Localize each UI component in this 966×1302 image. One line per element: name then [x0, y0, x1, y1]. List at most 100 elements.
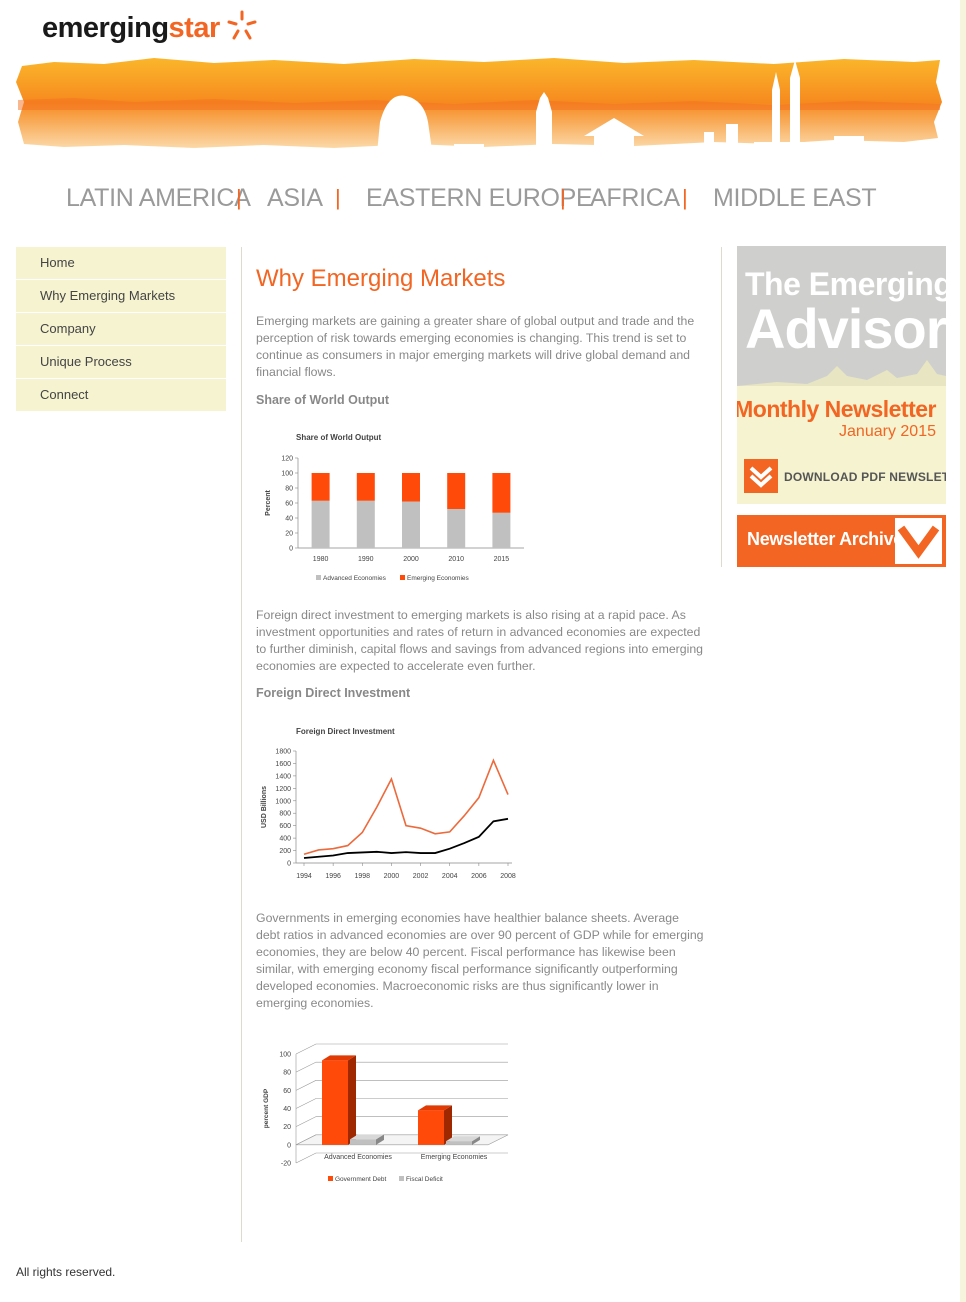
region-eastern-europe[interactable]: EASTERN EUROPE	[366, 184, 593, 213]
region-separator: |	[335, 185, 341, 210]
x-tick-label: 1990	[358, 556, 374, 563]
y-tick-label: 1400	[275, 773, 291, 780]
archive-label: Newsletter Archive	[747, 529, 904, 549]
y-tick-label: 60	[283, 1088, 291, 1095]
download-newsletter-link[interactable]: DOWNLOAD PDF NEWSLETTER	[784, 470, 946, 484]
y-tick-label: 1200	[275, 786, 291, 793]
fdi-paragraph: Foreign direct investment to emerging ma…	[256, 608, 704, 673]
x-tick-label: 1980	[313, 556, 329, 563]
star-icon	[227, 10, 257, 40]
advisor-date: January 2015	[839, 423, 936, 440]
y-tick-label: 1800	[275, 749, 291, 756]
y-tick-label: 600	[279, 823, 291, 830]
gridline	[295, 1043, 508, 1055]
bar-fiscal-deficit	[446, 1141, 472, 1145]
footer-copyright: All rights reserved.	[16, 1265, 116, 1279]
legend-label: Fiscal Deficit	[406, 1176, 443, 1183]
y-tick-label: 1000	[275, 798, 291, 805]
chart-title: Foreign Direct Investment	[296, 727, 395, 736]
legend-swatch	[316, 575, 321, 580]
fdi-chart: Foreign Direct Investment USD Billions 0 20…	[261, 727, 516, 880]
region-nav: LATIN AMERICA | ASIA | EASTERN EUROPE | …	[0, 184, 960, 218]
y-tick-label: 80	[285, 486, 293, 493]
region-asia[interactable]: ASIA	[267, 184, 323, 213]
y-axis-label: Percent	[265, 489, 272, 515]
bar-advanced	[311, 500, 330, 548]
x-tick-label: Emerging Economies	[421, 1154, 488, 1161]
bar-advanced	[356, 500, 375, 548]
emerging-advisor-ad[interactable]: The Emerging Advisor Monthly Newsletter …	[737, 246, 946, 504]
x-tick-label: 1994	[296, 873, 312, 880]
legend-label: Government Debt	[335, 1176, 386, 1183]
bar-government-debt	[418, 1110, 444, 1145]
sidebar-item-home[interactable]: Home	[16, 247, 226, 279]
sidebar-item-company[interactable]: Company	[16, 313, 226, 345]
legend-swatch	[399, 1176, 404, 1181]
bar-advanced	[402, 501, 420, 548]
x-tick-label: Advanced Economies	[324, 1154, 392, 1161]
bar-government-debt	[322, 1060, 348, 1145]
x-tick-label: 2010	[448, 556, 464, 563]
y-tick-label: -20	[281, 1161, 291, 1168]
x-tick-label: 1998	[354, 873, 370, 880]
y-tick-label: 80	[283, 1070, 291, 1077]
intro-paragraph: Emerging markets are gaining a greater s…	[256, 314, 695, 379]
advisor-monthly-label: Monthly Newsletter	[737, 396, 936, 422]
y-axis-label: percent GDP	[263, 1088, 270, 1128]
y-tick-label: 20	[285, 531, 293, 538]
x-tick-label: 2000	[403, 556, 419, 563]
bar-emerging	[356, 473, 375, 501]
chevron-down-icon	[895, 518, 942, 564]
page-title: Why Emerging Markets	[256, 265, 506, 292]
sidebar-item-connect[interactable]: Connect	[16, 379, 226, 411]
region-separator: |	[560, 185, 566, 210]
sidebar-item-unique-process[interactable]: Unique Process	[16, 346, 226, 378]
y-tick-label: 1600	[275, 761, 291, 768]
region-latin-america[interactable]: LATIN AMERICA	[66, 184, 251, 213]
content-divider-left	[241, 247, 242, 1242]
bar-emerging	[492, 473, 511, 513]
y-tick-label: 400	[279, 836, 291, 843]
region-africa[interactable]: AFRICA	[590, 184, 680, 213]
y-tick-label: 120	[281, 456, 293, 463]
series-line-orange	[303, 758, 509, 856]
y-tick-label: 0	[287, 1142, 291, 1149]
x-tick-label: 1996	[325, 873, 341, 880]
page-edge	[960, 0, 966, 1302]
y-tick-label: 0	[289, 546, 293, 553]
advisor-title-line2: Advisor	[745, 297, 946, 360]
region-separator: |	[682, 185, 688, 210]
y-tick-label: 60	[285, 501, 293, 508]
download-icon[interactable]	[744, 459, 778, 493]
region-middle-east[interactable]: MIDDLE EAST	[713, 184, 877, 213]
balance-sheet-paragraph: Governments in emerging economies have h…	[256, 911, 704, 1010]
x-tick-label: 2015	[494, 556, 510, 563]
content-divider-right	[721, 247, 722, 567]
x-tick-label: 2006	[471, 873, 487, 880]
y-tick-label: 0	[287, 861, 291, 868]
skyline-banner	[16, 58, 942, 164]
chart-title: Share of World Output	[296, 433, 382, 442]
logo[interactable]: emergingstar	[42, 8, 258, 48]
legend-swatch	[328, 1176, 333, 1181]
bar-side	[348, 1055, 356, 1145]
legend-label: Advanced Economies	[323, 575, 387, 582]
y-tick-label: 800	[279, 811, 291, 818]
bar-emerging	[402, 473, 420, 502]
bar-advanced	[447, 509, 466, 548]
y-tick-label: 40	[283, 1106, 291, 1113]
page: emergingstar LATIN AMERICA | ASIA | EAST…	[0, 0, 960, 1302]
region-separator: |	[236, 185, 242, 210]
world-output-heading: Share of World Output	[256, 393, 390, 407]
bar-advanced	[492, 512, 511, 548]
bar-fiscal-deficit	[350, 1139, 376, 1145]
sidebar-item-why-emerging-markets[interactable]: Why Emerging Markets	[16, 280, 226, 312]
newsletter-archive-button[interactable]: Newsletter Archive	[737, 515, 946, 567]
y-tick-label: 20	[283, 1124, 291, 1131]
y-tick-label: 200	[279, 848, 291, 855]
y-tick-label: 100	[281, 471, 293, 478]
bar-emerging	[447, 473, 466, 509]
legend-swatch	[400, 575, 405, 580]
bar-emerging	[311, 473, 330, 501]
y-axis-label: USD Billions	[261, 786, 268, 828]
